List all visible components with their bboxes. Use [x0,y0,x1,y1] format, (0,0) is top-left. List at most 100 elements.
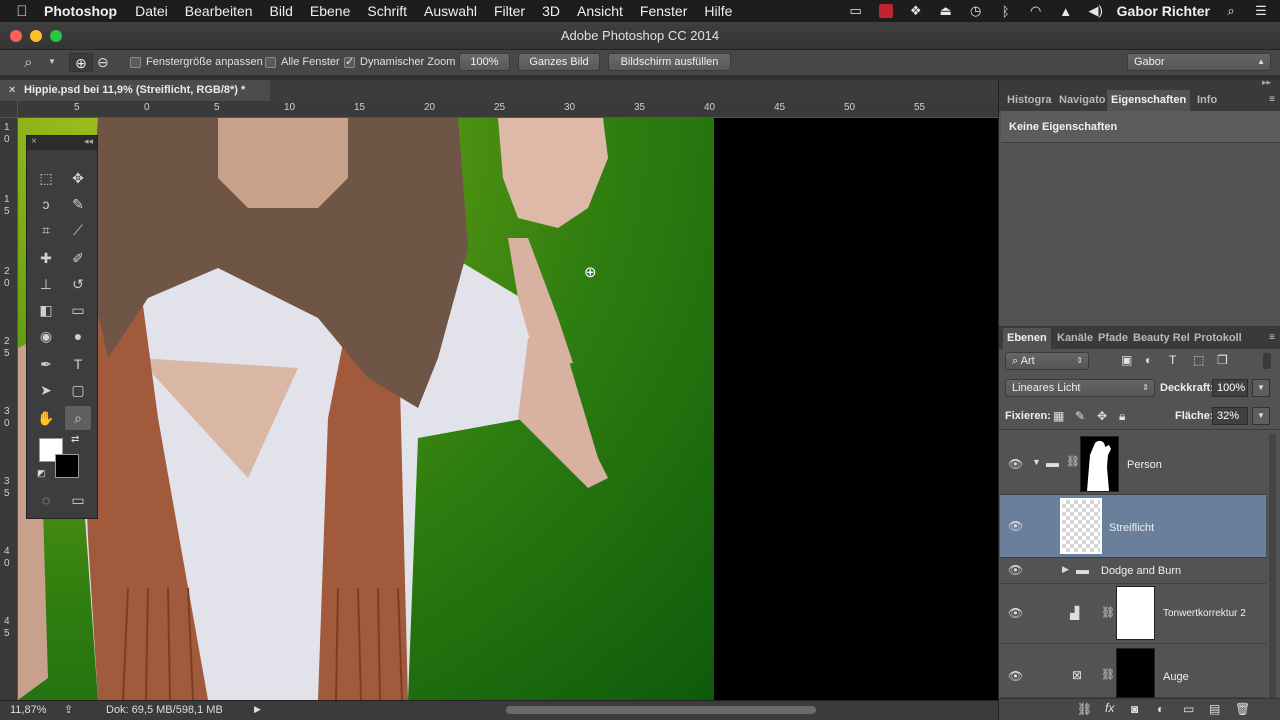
type-tool-icon[interactable]: T [65,352,91,376]
new-layer-icon[interactable]: ▤ [1209,702,1220,716]
fill-input[interactable]: 32% [1212,407,1248,425]
status-menu-arrow-icon[interactable]: ▶ [254,704,261,715]
layer-name[interactable]: Tonwertkorrektur 2 [1163,608,1246,619]
horizontal-ruler[interactable]: 5 0 5 10 15 20 25 30 35 40 45 50 55 [18,101,998,118]
horizontal-scrollbar[interactable] [506,706,816,714]
time-machine-icon[interactable]: ◷ [967,3,985,18]
dropbox-icon[interactable]: ❖ [907,3,925,18]
filter-toggle[interactable] [1263,353,1271,369]
lock-transparent-icon[interactable]: ▦ [1053,409,1064,423]
crop-tool-icon[interactable]: ⌗ [33,218,59,242]
zoom-out-icon[interactable]: ⊖ [97,54,109,71]
close-document-icon[interactable]: × [9,80,15,101]
tab-paths[interactable]: Pfade [1094,328,1132,349]
background-color-swatch[interactable] [55,454,79,478]
mask-link-icon[interactable]: ⛓ [1101,606,1115,619]
marquee-tool-icon[interactable]: ⬚ [33,166,59,190]
zoom-tool-icon[interactable]: ⌕ [65,406,91,430]
visibility-eye-icon[interactable]: 👁︎ [1008,457,1023,471]
eraser-tool-icon[interactable]: ◧ [33,298,59,322]
quick-mask-icon[interactable]: ◌ [33,488,59,512]
menu-hilfe[interactable]: Hilfe [704,3,732,19]
minimize-window-button[interactable] [30,30,42,42]
layer-row-person[interactable]: 👁︎ ▼ ▬ ⛓ Person [1000,433,1266,495]
mask-link-icon[interactable]: ⛓ [1101,668,1115,681]
zoom-100-button[interactable]: 100% [459,53,510,71]
mask-thumbnail[interactable] [1080,436,1119,492]
levels-adjustment-icon[interactable]: ▟ [1070,606,1079,620]
menu-auswahl[interactable]: Auswahl [424,3,477,19]
new-adjustment-icon[interactable]: ◐ [1157,702,1164,716]
swap-colors-icon[interactable]: ⇄ [71,434,79,445]
menu-bearbeiten[interactable]: Bearbeiten [185,3,253,19]
blur-tool-icon[interactable]: ◉ [33,324,59,348]
apple-icon[interactable]:  [0,3,44,20]
path-selection-tool-icon[interactable]: ➤ [33,378,59,402]
quick-select-tool-icon[interactable]: ✎ [65,192,91,216]
layers-scrollbar[interactable] [1269,434,1276,702]
layer-row-streiflicht[interactable]: 👁︎ Streiflicht [1000,495,1266,558]
document-canvas[interactable]: ⊕ [18,118,998,700]
menu-ebene[interactable]: Ebene [310,3,350,19]
menu-ansicht[interactable]: Ansicht [577,3,623,19]
history-brush-tool-icon[interactable]: ↺ [65,272,91,296]
layer-name[interactable]: Dodge and Burn [1101,565,1181,577]
mask-thumbnail[interactable] [1116,586,1155,640]
tab-beauty[interactable]: Beauty Rel [1129,328,1194,349]
layer-style-icon[interactable]: fx [1105,701,1114,715]
visibility-eye-icon[interactable]: 👁︎ [1008,669,1023,683]
visibility-eye-icon[interactable]: 👁︎ [1008,606,1023,620]
dock-collapse-icon[interactable]: ▸▸ [1262,77,1271,88]
vertical-ruler[interactable]: 1 0 1 5 2 0 2 5 3 0 3 5 4 0 4 5 [0,118,18,700]
tab-properties[interactable]: Eigenschaften [1107,90,1191,111]
volume-icon[interactable]: ◀) [1087,3,1105,18]
gradient-map-icon[interactable]: ⊠ [1072,668,1082,682]
menu-fenster[interactable]: Fenster [640,3,687,19]
clone-stamp-tool-icon[interactable]: ⊥ [33,272,59,296]
app-menu[interactable]: Photoshop [44,3,117,19]
pen-tool-icon[interactable]: ✒ [33,352,59,376]
tab-channels[interactable]: Kanäle [1053,328,1097,349]
dodge-tool-icon[interactable]: ● [65,324,91,348]
ruler-origin[interactable] [0,101,18,118]
fit-screen-button[interactable]: Ganzes Bild [518,53,600,71]
zoom-tool-preset-icon[interactable]: ⌕ [24,54,32,71]
filter-smartobject-icon[interactable]: ❐ [1217,353,1228,367]
expand-group-icon[interactable]: ▶ [1062,564,1069,575]
panel-menu-icon[interactable]: ≡ [1269,94,1275,105]
screen-mode-icon[interactable]: ▭ [65,488,91,512]
default-colors-icon[interactable]: ◩ [37,468,46,479]
menu-icon[interactable]: ☰ [1252,3,1270,18]
delete-layer-icon[interactable]: 🗑︎ [1235,702,1250,716]
layer-thumbnail[interactable] [1060,498,1102,554]
layer-name[interactable]: Auge [1163,671,1189,683]
menu-filter[interactable]: Filter [494,3,525,19]
layer-name[interactable]: Streiflicht [1109,522,1154,534]
filter-adjustment-icon[interactable]: ◐ [1145,353,1152,367]
healing-brush-tool-icon[interactable]: ✚ [33,246,59,270]
add-mask-icon[interactable]: ◙ [1131,702,1138,716]
tab-info[interactable]: Info [1193,90,1221,111]
link-layers-icon[interactable]: ⛓ [1077,702,1092,716]
bluetooth-icon[interactable]: ᛒ [997,4,1015,19]
filter-pixel-icon[interactable]: ▣ [1121,353,1132,367]
fill-slider-toggle[interactable]: ▼ [1252,407,1270,425]
zoom-level[interactable]: 11,87% [10,704,47,716]
new-group-icon[interactable]: ▭ [1183,702,1194,716]
lock-pixels-icon[interactable]: ✎ [1075,409,1085,423]
all-windows-checkbox[interactable] [265,57,276,68]
collapse-icon[interactable]: ◂◂ [84,136,93,147]
tab-layers[interactable]: Ebenen [1003,328,1051,349]
tab-histogram[interactable]: Histogra [1003,90,1056,111]
menu-3d[interactable]: 3D [542,3,560,19]
filter-type-icon[interactable]: T [1169,353,1176,367]
visibility-eye-icon[interactable]: 👁︎ [1008,519,1023,533]
menu-bild[interactable]: Bild [270,3,293,19]
wifi-icon[interactable]: ◠ [1027,3,1045,18]
fit-window-checkbox[interactable] [130,57,141,68]
tab-history[interactable]: Protokoll [1190,328,1246,349]
expand-group-icon[interactable]: ▼ [1032,457,1041,467]
tools-panel-header[interactable]: × ◂◂ [27,136,97,150]
maximize-window-button[interactable] [50,30,62,42]
zoom-in-icon[interactable]: ⊕ [69,53,93,72]
